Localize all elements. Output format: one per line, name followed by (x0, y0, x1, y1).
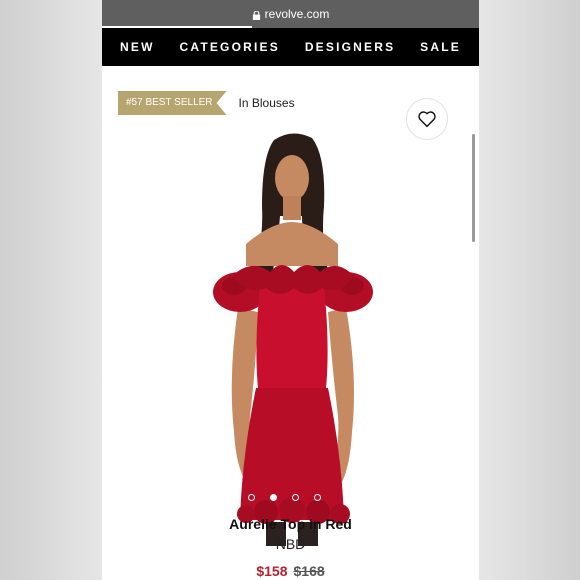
best-seller-tag: #57 BEST SELLER (118, 91, 227, 115)
product-title: Aurelie Top in Red (229, 516, 352, 532)
nav-designers[interactable]: DESIGNERS (305, 40, 395, 54)
carousel-dot[interactable] (292, 494, 299, 501)
product-brand[interactable]: NBD (102, 536, 479, 552)
url-text: revolve.com (264, 7, 330, 21)
backdrop-left (0, 0, 102, 580)
nav-new[interactable]: NEW (120, 40, 155, 54)
carousel-dot[interactable] (314, 494, 321, 501)
phone-screen: revolve.com NEW CATEGORIES DESIGNERS SAL… (102, 0, 479, 580)
best-seller-badge: #57 BEST SELLER In Blouses (118, 91, 295, 115)
browser-url-bar[interactable]: revolve.com (102, 0, 479, 28)
lock-icon (252, 10, 260, 20)
scrollbar[interactable] (472, 134, 475, 242)
product-content: #57 BEST SELLER In Blouses Aurelie Top i… (102, 66, 479, 580)
page-load-progress (102, 26, 252, 28)
carousel-dot-active[interactable] (270, 494, 277, 501)
product-image[interactable] (162, 126, 422, 546)
nav-sale[interactable]: SALE (420, 40, 461, 54)
main-nav: NEW CATEGORIES DESIGNERS SALE (102, 28, 479, 66)
backdrop-right (479, 0, 580, 580)
carousel-dot[interactable] (248, 494, 255, 501)
nav-categories[interactable]: CATEGORIES (179, 40, 279, 54)
product-prices: $158 $168 (102, 563, 479, 579)
best-seller-category[interactable]: In Blouses (239, 96, 295, 110)
sale-price: $158 (256, 563, 288, 579)
original-price: $168 (293, 563, 325, 579)
carousel-dots (248, 494, 321, 501)
